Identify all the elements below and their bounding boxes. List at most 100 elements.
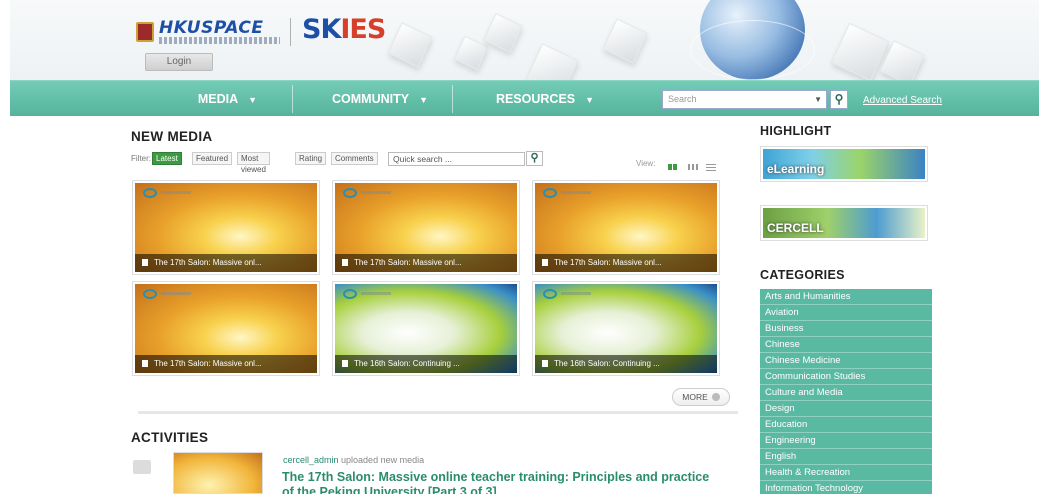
highlight-title: HIGHLIGHT [760, 124, 832, 138]
skies-logo-accent: IES [340, 14, 386, 45]
filter-label: Filter: [131, 154, 151, 163]
site-header: HKUSPACE SKIES Login [10, 0, 1039, 80]
filter-latest[interactable]: Latest [152, 152, 182, 165]
media-caption: The 16th Salon: Continuing ... [335, 355, 517, 373]
cube-graphic [387, 22, 433, 68]
category-item[interactable]: Culture and Media [760, 385, 932, 401]
activity-type-icon [133, 460, 151, 474]
media-thumbnail-image: The 17th Salon: Massive onl... [135, 183, 317, 272]
columns-view-icon[interactable] [688, 158, 698, 170]
section-divider [138, 411, 738, 414]
cube-graphic [483, 13, 523, 53]
hkuspace-logo-subtitle [159, 37, 280, 44]
category-item[interactable]: Engineering [760, 433, 932, 449]
highlight-elearning-label: eLearning [767, 162, 825, 176]
media-caption-text: The 17th Salon: Massive onl... [354, 258, 462, 267]
chevron-down-icon: ▼ [585, 95, 595, 105]
category-item[interactable]: Education [760, 417, 932, 433]
list-view-icon[interactable] [706, 158, 716, 171]
cube-graphic [525, 43, 579, 80]
document-icon [342, 360, 348, 367]
magnifier-icon [343, 188, 357, 198]
media-thumbnail[interactable]: The 16th Salon: Continuing ... [532, 281, 720, 376]
activity-meta: cercell_admin uploaded new media [283, 455, 424, 465]
category-item[interactable]: Business [760, 321, 932, 337]
search-button[interactable]: ⚲ [830, 90, 848, 109]
media-thumbnail-image: The 17th Salon: Massive onl... [335, 183, 517, 272]
category-item[interactable]: Chinese Medicine [760, 353, 932, 369]
filter-most-viewed[interactable]: Most viewed [237, 152, 270, 174]
activity-thumbnail[interactable] [173, 452, 263, 494]
chevron-down-icon[interactable]: ▼ [814, 91, 822, 108]
thumbnail-logo-text [561, 191, 591, 194]
view-label: View: [636, 159, 656, 168]
more-button-label: MORE [682, 392, 708, 402]
grid-view-icon[interactable] [668, 158, 678, 170]
skies-logo[interactable]: SKIES [302, 14, 386, 45]
category-item[interactable]: Health & Recreation [760, 465, 932, 481]
thumbnail-logo-text [361, 292, 391, 295]
highlight-cercell-banner[interactable]: CERCELL [760, 205, 928, 241]
thumbnail-logo-text [161, 292, 191, 295]
hku-crest-logo [136, 22, 154, 42]
highlight-elearning-image: eLearning [763, 149, 925, 179]
activity-title-link[interactable]: The 17th Salon: Massive online teacher t… [282, 470, 712, 494]
more-button[interactable]: MORE [672, 388, 730, 406]
media-caption-text: The 16th Salon: Continuing ... [554, 359, 660, 368]
category-item[interactable]: Arts and Humanities [760, 289, 932, 305]
media-thumbnail[interactable]: The 16th Salon: Continuing ... [332, 281, 520, 376]
media-caption-text: The 17th Salon: Massive onl... [154, 258, 262, 267]
main-nav: MEDIA ▼ COMMUNITY ▼ RESOURCES ▼ Search ▼ ⚲ A… [10, 80, 1039, 116]
search-input[interactable]: Search ▼ [662, 90, 827, 109]
media-thumbnail[interactable]: The 17th Salon: Massive onl... [532, 180, 720, 275]
category-item[interactable]: English [760, 449, 932, 465]
document-icon [542, 360, 548, 367]
magnifier-icon [343, 289, 357, 299]
category-item[interactable]: Communication Studies [760, 369, 932, 385]
media-thumbnail-image: The 16th Salon: Continuing ... [335, 284, 517, 373]
category-item[interactable]: Aviation [760, 305, 932, 321]
category-list: Arts and Humanities Aviation Business Ch… [760, 289, 932, 494]
media-caption: The 16th Salon: Continuing ... [535, 355, 717, 373]
category-item[interactable]: Information Technology [760, 481, 932, 494]
media-caption-text: The 16th Salon: Continuing ... [354, 359, 460, 368]
media-thumbnail[interactable]: The 17th Salon: Massive onl... [132, 281, 320, 376]
media-caption: The 17th Salon: Massive onl... [135, 254, 317, 272]
quick-search-button[interactable]: ⚲ [526, 151, 543, 166]
category-item[interactable]: Design [760, 401, 932, 417]
filter-comments[interactable]: Comments [331, 152, 378, 165]
categories-title: CATEGORIES [760, 268, 845, 282]
document-icon [142, 360, 148, 367]
media-thumbnail-image: The 16th Salon: Continuing ... [535, 284, 717, 373]
nav-community-label: COMMUNITY [332, 92, 410, 106]
advanced-search-link[interactable]: Advanced Search [863, 95, 942, 106]
login-button[interactable]: Login [145, 53, 213, 71]
magnifier-icon [543, 289, 557, 299]
nav-divider [292, 85, 293, 113]
quick-search-input[interactable]: Quick search ... [388, 152, 525, 166]
nav-media[interactable]: MEDIA ▼ [170, 81, 285, 117]
document-icon [542, 259, 548, 266]
thumbnail-logo-text [561, 292, 591, 295]
magnifier-icon [543, 188, 557, 198]
media-thumbnail[interactable]: The 17th Salon: Massive onl... [132, 180, 320, 275]
activities-title: ACTIVITIES [131, 430, 209, 445]
media-thumbnail[interactable]: The 17th Salon: Massive onl... [332, 180, 520, 275]
filter-rating[interactable]: Rating [295, 152, 327, 165]
highlight-cercell-label: CERCELL [767, 221, 824, 235]
chevron-down-icon: ▼ [248, 95, 258, 105]
nav-community[interactable]: COMMUNITY ▼ [310, 81, 450, 117]
activity-user-link[interactable]: cercell_admin [283, 455, 339, 465]
category-item[interactable]: Chinese [760, 337, 932, 353]
highlight-elearning-banner[interactable]: eLearning [760, 146, 928, 182]
globe-orbit-graphic [690, 20, 815, 80]
cube-graphic [453, 35, 489, 71]
media-caption: The 17th Salon: Massive onl... [535, 254, 717, 272]
chevron-down-icon: ▼ [419, 95, 428, 105]
filter-featured[interactable]: Featured [192, 152, 233, 165]
nav-media-label: MEDIA [197, 92, 239, 106]
hkuspace-logo[interactable]: HKUSPACE [159, 18, 263, 38]
nav-resources[interactable]: RESOURCES ▼ [475, 81, 615, 117]
media-caption: The 17th Salon: Massive onl... [135, 355, 317, 373]
thumbnail-logo-text [361, 191, 391, 194]
